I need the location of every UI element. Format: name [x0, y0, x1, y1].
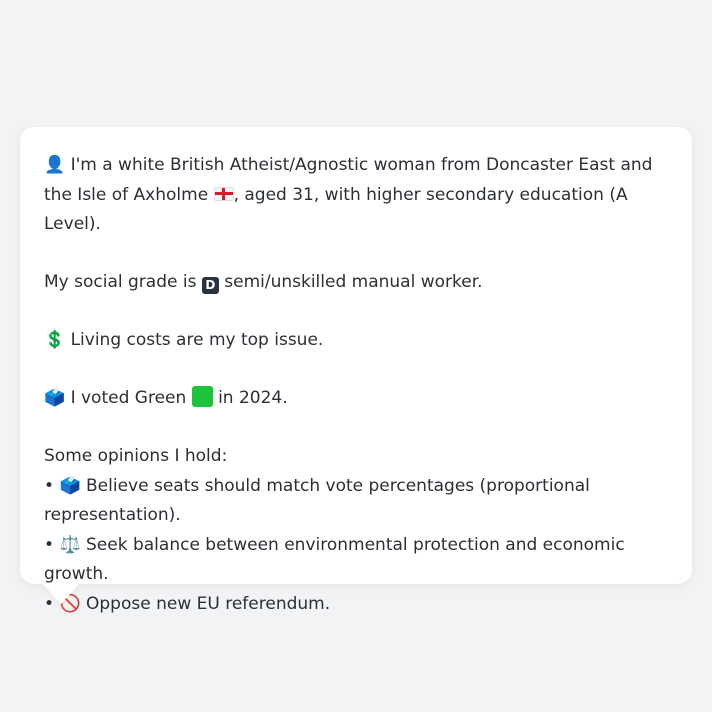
social-grade-suffix: semi/unskilled manual worker. — [218, 272, 483, 292]
list-item: • 🗳️ Believe seats should match vote per… — [44, 472, 668, 531]
opinion-text: Seek balance between environmental prote… — [44, 534, 625, 585]
grade-d-badge: D — [201, 277, 219, 294]
social-grade-prefix: My social grade is — [44, 272, 202, 292]
opinion-text: Oppose new EU referendum. — [80, 593, 331, 614]
list-item: • ⚖️ Seek balance between environmental … — [44, 531, 668, 590]
england-flag-icon — [213, 186, 234, 201]
bullet: • — [44, 534, 55, 555]
speech-bubble-tail — [42, 583, 80, 604]
opinions-list: • 🗳️ Believe seats should match vote per… — [44, 472, 668, 620]
list-item: • 🚫 Oppose new EU referendum. — [44, 590, 668, 620]
opinion-text: Believe seats should match vote percenta… — [44, 475, 590, 526]
vote-text-start: I voted Green — [65, 388, 192, 408]
ballot-box-icon: 🗳️ — [59, 475, 81, 496]
vote-paragraph: 🗳️ I voted Green in 2024. — [44, 384, 668, 414]
opinions-heading: Some opinions I hold: — [44, 446, 228, 466]
persona-card: 👤 I'm a white British Atheist/Agnostic w… — [20, 127, 692, 614]
person-silhouette-icon: 👤 — [44, 155, 66, 175]
balance-scale-icon: ⚖️ — [59, 534, 81, 555]
bullet: • — [44, 475, 55, 496]
green-square-icon — [191, 386, 213, 407]
social-grade-paragraph: My social grade is D semi/unskilled manu… — [44, 268, 668, 298]
ballot-box-icon: 🗳️ — [44, 388, 66, 408]
top-issue-paragraph: 💲 Living costs are my top issue. — [44, 326, 668, 356]
bio-paragraph: 👤 I'm a white British Atheist/Agnostic w… — [44, 151, 668, 240]
vote-text-end: in 2024. — [212, 388, 288, 408]
top-issue-text: Living costs are my top issue. — [65, 330, 324, 350]
dollar-sign-icon: 💲 — [44, 330, 66, 350]
